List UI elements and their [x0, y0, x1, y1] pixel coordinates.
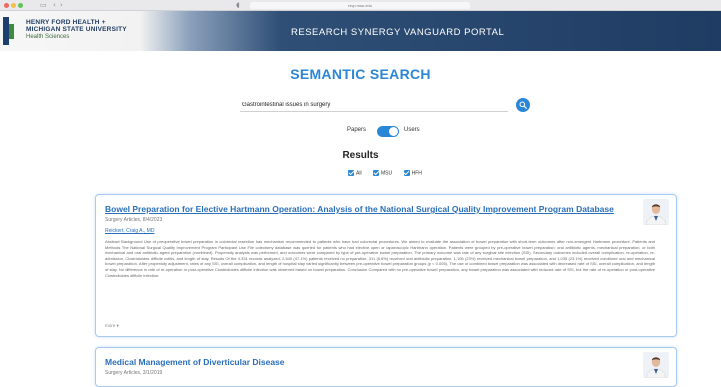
checkbox-hfh[interactable] [403, 169, 410, 176]
result-meta: Surgery Articles, 8/4/2023 [105, 217, 163, 223]
portal-title: RESEARCH SYNERGY VANGUARD PORTAL [291, 27, 505, 38]
checkbox-msu[interactable] [373, 169, 380, 176]
papers-users-toggle[interactable] [377, 126, 399, 137]
filter-hfh[interactable]: HFH [403, 169, 422, 176]
filter-msu[interactable]: MSU [373, 169, 392, 176]
search-icon [519, 101, 527, 109]
back-icon[interactable]: ‹ [53, 1, 56, 10]
avatar[interactable] [643, 352, 669, 378]
shield-icon[interactable]: ◖ [236, 1, 240, 10]
page-title: SEMANTIC SEARCH [290, 66, 431, 82]
forward-icon[interactable]: › [60, 1, 63, 10]
result-abstract: Abstract Background Use of preoperative … [105, 239, 655, 278]
sidebar-icon[interactable]: ▭ [40, 1, 47, 10]
logo-text-line3: Health Sciences [26, 34, 70, 40]
portal-header: HENRY FORD HEALTH + MICHIGAN STATE UNIVE… [0, 11, 721, 51]
search-mode-toggle-row: Papers Users [0, 124, 721, 138]
avatar[interactable] [643, 199, 669, 225]
toggle-label-users: Users [404, 127, 420, 133]
result-author-link[interactable]: Reickert, Craig A., MD [105, 228, 154, 234]
result-title-link[interactable]: Medical Management of Diverticular Disea… [105, 357, 285, 367]
results-filters: All MSU HFH [348, 164, 429, 176]
logo-text-line2: MICHIGAN STATE UNIVERSITY [26, 26, 127, 33]
toggle-label-papers: Papers [347, 127, 367, 133]
show-more-link[interactable]: more ▾ [105, 323, 119, 329]
minimize-window-button[interactable] [11, 3, 16, 8]
logo-mark [0, 17, 16, 45]
filter-all[interactable]: All [348, 169, 362, 176]
logo-text-line1: HENRY FORD HEALTH + [26, 19, 106, 26]
search-input[interactable] [240, 98, 508, 112]
close-window-button[interactable] [4, 3, 9, 8]
result-meta: Surgery Articles, 3/1/2019 [105, 370, 163, 376]
result-card[interactable]: Bowel Preparation for Elective Hartmann … [95, 194, 677, 337]
browser-toolbar: ▭ ‹ › ◖ rsvp.msu.edu [0, 0, 721, 11]
result-card[interactable]: Medical Management of Diverticular Disea… [95, 347, 677, 387]
results-heading: Results [342, 150, 379, 161]
institution-logo[interactable]: HENRY FORD HEALTH + MICHIGAN STATE UNIVE… [0, 17, 150, 45]
result-title-link[interactable]: Bowel Preparation for Elective Hartmann … [105, 204, 614, 214]
search-button[interactable] [516, 98, 530, 112]
checkbox-all[interactable] [348, 169, 354, 176]
maximize-window-button[interactable] [18, 3, 23, 8]
address-bar[interactable]: rsvp.msu.edu [250, 2, 470, 9]
toggle-knob [389, 127, 398, 136]
